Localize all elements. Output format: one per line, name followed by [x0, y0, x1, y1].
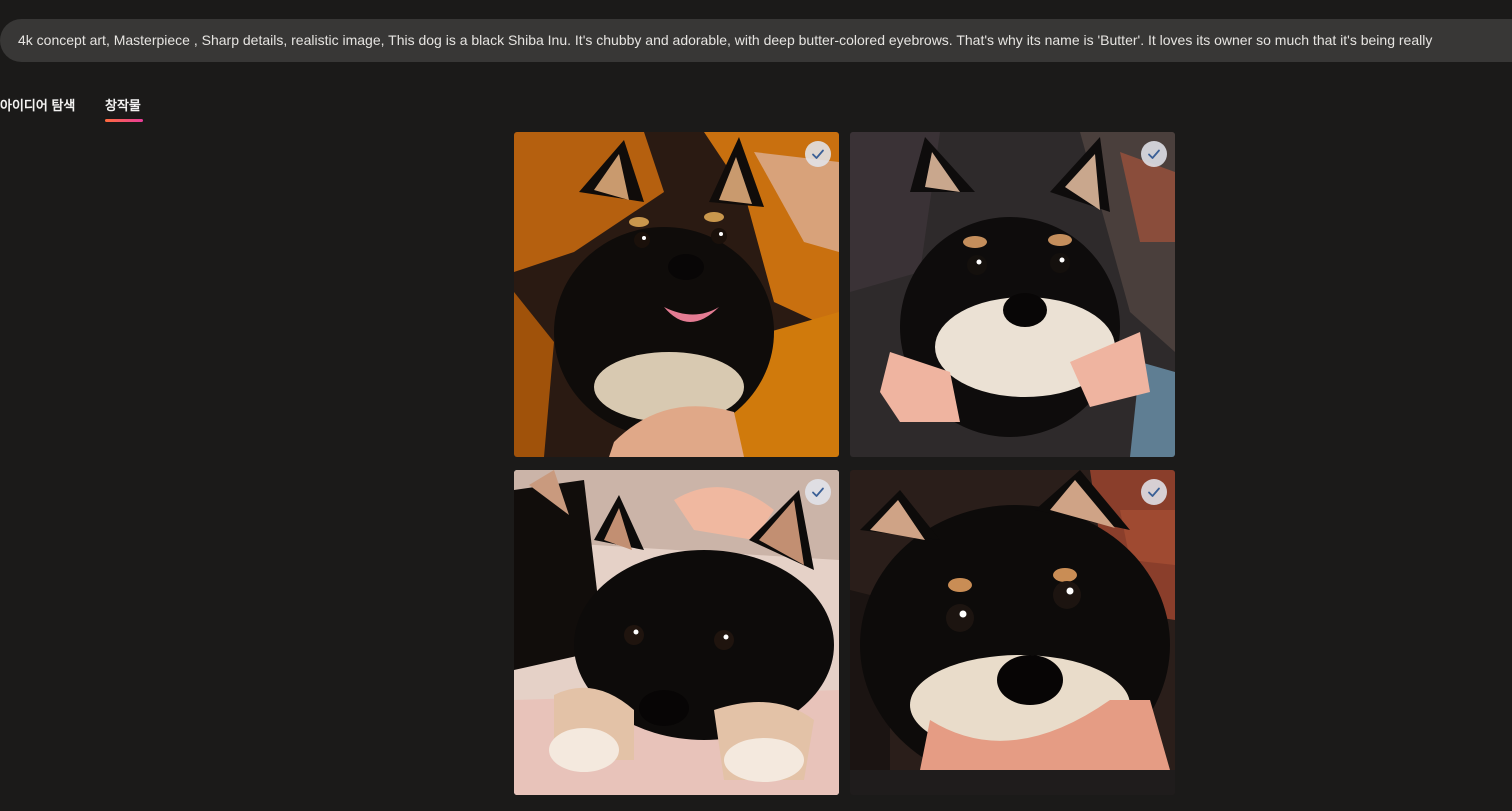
check-icon [1148, 149, 1160, 159]
check-icon [812, 149, 824, 159]
check-icon [812, 487, 824, 497]
selected-check[interactable] [1141, 141, 1167, 167]
image-grid [514, 132, 1176, 795]
selected-check[interactable] [1141, 479, 1167, 505]
generated-image-1[interactable] [514, 132, 839, 457]
tab-explore-ideas[interactable]: 아이디어 탐색 [0, 95, 75, 114]
tab-creations[interactable]: 창작물 [105, 95, 141, 114]
selected-check[interactable] [805, 479, 831, 505]
prompt-text[interactable]: 4k concept art, Masterpiece , Sharp deta… [18, 19, 1480, 62]
dog-image-1 [514, 132, 839, 457]
selected-check[interactable] [805, 141, 831, 167]
dog-image-3 [514, 470, 839, 795]
active-tab-indicator [105, 119, 143, 122]
generated-image-4[interactable] [850, 470, 1175, 795]
dog-image-2 [850, 132, 1175, 457]
check-icon [1148, 487, 1160, 497]
dog-image-4 [850, 470, 1175, 795]
generated-image-3[interactable] [514, 470, 839, 795]
generated-image-2[interactable] [850, 132, 1175, 457]
prompt-bar[interactable]: 4k concept art, Masterpiece , Sharp deta… [0, 19, 1512, 62]
